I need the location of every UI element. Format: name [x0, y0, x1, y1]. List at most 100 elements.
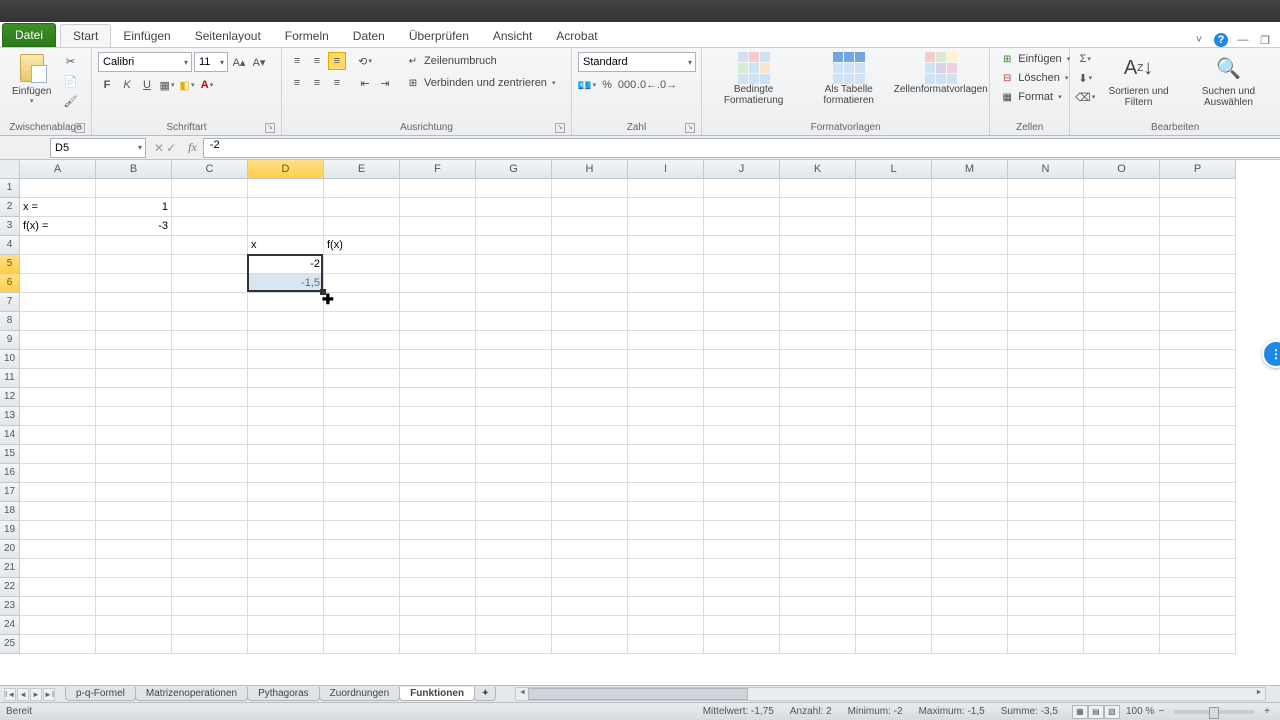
cell[interactable] [400, 236, 476, 255]
row-header[interactable]: 2 [0, 198, 20, 217]
tab-seitenlayout[interactable]: Seitenlayout [183, 25, 273, 47]
cell[interactable] [172, 198, 248, 217]
cell[interactable]: -2 [248, 255, 324, 274]
cell[interactable] [628, 217, 704, 236]
increase-decimal-icon[interactable]: .0← [638, 76, 656, 94]
cell[interactable] [704, 502, 780, 521]
cell[interactable]: f(x) [324, 236, 400, 255]
cell[interactable] [324, 388, 400, 407]
cell[interactable] [172, 483, 248, 502]
row-header[interactable]: 11 [0, 369, 20, 388]
cell[interactable] [20, 293, 96, 312]
cell[interactable] [704, 616, 780, 635]
cell[interactable] [172, 578, 248, 597]
cell[interactable] [1160, 255, 1236, 274]
cell[interactable] [1160, 559, 1236, 578]
column-header[interactable]: G [476, 160, 552, 179]
cell[interactable] [704, 293, 780, 312]
cell[interactable] [704, 540, 780, 559]
cell[interactable] [552, 236, 628, 255]
sheet-nav-next-icon[interactable]: ► [30, 688, 42, 701]
cell[interactable] [780, 521, 856, 540]
cell[interactable] [172, 502, 248, 521]
cell[interactable] [476, 350, 552, 369]
cell[interactable] [476, 217, 552, 236]
cell[interactable] [780, 426, 856, 445]
row-header[interactable]: 17 [0, 483, 20, 502]
format-cells-button[interactable]: ▦Format [996, 88, 1065, 106]
cell[interactable] [1084, 597, 1160, 616]
cell[interactable] [20, 407, 96, 426]
cell[interactable] [20, 445, 96, 464]
cell[interactable] [780, 388, 856, 407]
cell[interactable] [856, 388, 932, 407]
column-header[interactable]: J [704, 160, 780, 179]
cell[interactable] [172, 388, 248, 407]
cell[interactable] [552, 521, 628, 540]
cancel-formula-icon[interactable]: ✕ [154, 141, 164, 155]
tab-daten[interactable]: Daten [341, 25, 397, 47]
decrease-indent-icon[interactable]: ⇤ [356, 74, 374, 92]
cell[interactable] [172, 540, 248, 559]
cell[interactable] [1160, 350, 1236, 369]
cell[interactable] [856, 578, 932, 597]
cell[interactable] [96, 597, 172, 616]
cell[interactable] [400, 369, 476, 388]
cell[interactable] [324, 578, 400, 597]
cell[interactable] [704, 597, 780, 616]
number-dialog-icon[interactable]: ↘ [685, 123, 695, 133]
cell[interactable] [932, 540, 1008, 559]
cell[interactable] [248, 293, 324, 312]
cell[interactable] [552, 407, 628, 426]
cell[interactable] [248, 217, 324, 236]
zoom-level[interactable]: 100 % [1126, 706, 1154, 717]
wrap-text-button[interactable]: ↵Zeilenumbruch [402, 52, 559, 70]
cell[interactable] [552, 502, 628, 521]
select-all-corner[interactable] [0, 160, 20, 179]
cell[interactable] [20, 312, 96, 331]
cell[interactable] [628, 331, 704, 350]
cell[interactable] [856, 293, 932, 312]
font-size-combo[interactable]: 11 [194, 52, 228, 72]
row-header[interactable]: 16 [0, 464, 20, 483]
cell[interactable] [704, 312, 780, 331]
cell[interactable] [932, 578, 1008, 597]
cell[interactable] [96, 255, 172, 274]
font-name-combo[interactable]: Calibri [98, 52, 192, 72]
cell[interactable] [1008, 331, 1084, 350]
column-header[interactable]: F [400, 160, 476, 179]
cell[interactable] [96, 179, 172, 198]
cell[interactable] [248, 559, 324, 578]
cell[interactable] [172, 521, 248, 540]
cell[interactable] [552, 179, 628, 198]
cell[interactable] [780, 293, 856, 312]
cell[interactable] [172, 369, 248, 388]
cell[interactable] [932, 483, 1008, 502]
cell[interactable] [856, 464, 932, 483]
cell[interactable] [172, 559, 248, 578]
cell[interactable] [96, 426, 172, 445]
cell[interactable] [780, 540, 856, 559]
cell[interactable] [780, 274, 856, 293]
cell[interactable] [1160, 521, 1236, 540]
cell[interactable] [1084, 445, 1160, 464]
cell[interactable] [248, 369, 324, 388]
cell[interactable] [780, 559, 856, 578]
column-header[interactable]: L [856, 160, 932, 179]
cell[interactable] [552, 388, 628, 407]
cell[interactable] [324, 464, 400, 483]
comma-format-icon[interactable]: 000 [618, 76, 636, 94]
cell[interactable] [1084, 426, 1160, 445]
format-painter-icon[interactable]: 🖌 [61, 92, 79, 110]
cell[interactable] [628, 559, 704, 578]
cell[interactable] [1008, 350, 1084, 369]
fill-icon[interactable]: ⬇ [1076, 69, 1094, 87]
cell[interactable] [932, 559, 1008, 578]
cell[interactable] [628, 179, 704, 198]
cell[interactable] [552, 540, 628, 559]
row-header[interactable]: 18 [0, 502, 20, 521]
cell[interactable] [248, 445, 324, 464]
cell[interactable] [1084, 521, 1160, 540]
cell[interactable] [856, 597, 932, 616]
alignment-dialog-icon[interactable]: ↘ [555, 123, 565, 133]
